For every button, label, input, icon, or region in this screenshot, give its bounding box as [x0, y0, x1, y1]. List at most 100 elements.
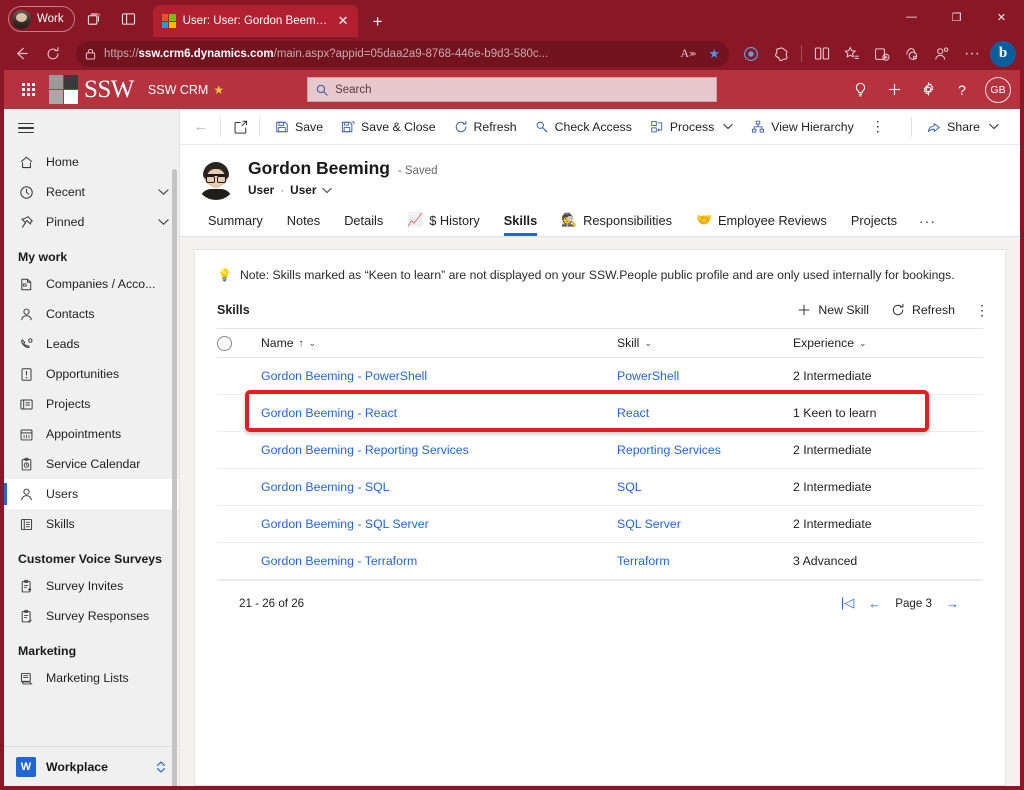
close-window-button[interactable]: ✕: [979, 0, 1024, 34]
profile-button[interactable]: Work: [8, 6, 75, 32]
favorites-icon[interactable]: [838, 40, 866, 68]
chevron-down-icon[interactable]: ⌄: [859, 338, 867, 349]
favorite-star-icon[interactable]: ★: [213, 83, 224, 97]
chevron-down-icon[interactable]: [158, 188, 169, 196]
chevron-down-icon[interactable]: ⌄: [644, 338, 652, 349]
table-row[interactable]: Gordon Beeming - SQL SQL 2 Intermediate: [217, 469, 983, 506]
sidebar-item-leads[interactable]: Leads: [4, 329, 179, 359]
browser-tab[interactable]: User: User: Gordon Beeming - ✕: [153, 5, 358, 37]
share-button[interactable]: Share: [918, 113, 1008, 141]
save-and-close-button[interactable]: Save & Close: [332, 113, 445, 141]
lightbulb-icon[interactable]: [845, 75, 875, 105]
form-back-button[interactable]: ←: [188, 114, 214, 140]
tab-history[interactable]: 📈 $ History: [395, 206, 491, 236]
sidebar-item-appointments[interactable]: Appointments: [4, 419, 179, 449]
browser-essentials-icon[interactable]: [767, 40, 795, 68]
split-screen-icon[interactable]: [115, 6, 143, 32]
cell-skill[interactable]: SQL: [617, 480, 793, 494]
profile-settings-icon[interactable]: [928, 40, 956, 68]
app-name[interactable]: SSW CRM ★: [148, 83, 224, 97]
cell-skill[interactable]: PowerShell: [617, 369, 793, 383]
cell-name[interactable]: Gordon Beeming - PowerShell: [261, 369, 617, 383]
tab-projects[interactable]: Projects: [839, 207, 909, 236]
skill-link[interactable]: PowerShell: [617, 369, 679, 383]
new-skill-button[interactable]: New Skill: [787, 298, 879, 322]
sitemap-collapse-button[interactable]: [4, 109, 179, 147]
chevron-down-icon[interactable]: [723, 123, 733, 130]
skill-link[interactable]: SQL Server: [617, 517, 681, 531]
column-header-skill[interactable]: Skill ⌄: [617, 336, 793, 350]
read-aloud-icon[interactable]: A≫: [680, 46, 696, 61]
table-row[interactable]: Gordon Beeming - Reporting Services Repo…: [217, 432, 983, 469]
cell-name[interactable]: Gordon Beeming - SQL: [261, 480, 617, 494]
workspaces-icon[interactable]: [81, 6, 109, 32]
area-switcher-chevron-icon[interactable]: [155, 760, 167, 774]
sidebar-item-projects[interactable]: Projects: [4, 389, 179, 419]
sidebar-item-contacts[interactable]: Contacts: [4, 299, 179, 329]
table-row[interactable]: Gordon Beeming - SQL Server SQL Server 2…: [217, 506, 983, 543]
subgrid-overflow-button[interactable]: ⋮: [967, 302, 997, 319]
chevron-down-icon[interactable]: [989, 123, 999, 130]
open-in-new-window-icon[interactable]: [227, 114, 253, 140]
chevron-down-icon[interactable]: ⌄: [309, 338, 317, 349]
sidebar-item-survey-responses[interactable]: Survey Responses: [4, 601, 179, 631]
check-access-button[interactable]: Check Access: [526, 113, 641, 141]
table-row[interactable]: Gordon Beeming - React React 1 Keen to l…: [217, 395, 983, 432]
record-link[interactable]: Gordon Beeming - React: [261, 406, 397, 420]
search-input[interactable]: Search: [307, 77, 717, 102]
tab-skills[interactable]: Skills: [492, 207, 549, 236]
sidebar-item-pinned[interactable]: Pinned: [4, 207, 179, 237]
process-button[interactable]: Process: [641, 113, 742, 141]
minimize-button[interactable]: —: [889, 0, 934, 34]
cell-name[interactable]: Gordon Beeming - Reporting Services: [261, 443, 617, 457]
record-link[interactable]: Gordon Beeming - PowerShell: [261, 369, 427, 383]
subgrid-refresh-button[interactable]: Refresh: [881, 298, 965, 322]
sidebar-item-companies[interactable]: Companies / Acco...: [4, 269, 179, 299]
select-all-checkbox[interactable]: [217, 336, 232, 351]
close-tab-icon[interactable]: ✕: [335, 13, 352, 30]
ssw-logo[interactable]: SSW: [49, 75, 134, 104]
skill-link[interactable]: React: [617, 406, 649, 420]
select-all-cell[interactable]: [217, 336, 261, 351]
sidebar-item-opportunities[interactable]: Opportunities: [4, 359, 179, 389]
cell-name[interactable]: Gordon Beeming - React: [261, 406, 617, 420]
sidebar-item-skills[interactable]: Skills: [4, 509, 179, 539]
cell-name[interactable]: Gordon Beeming - SQL Server: [261, 517, 617, 531]
record-link[interactable]: Gordon Beeming - SQL Server: [261, 517, 429, 531]
sidebar-item-home[interactable]: Home: [4, 147, 179, 177]
back-button[interactable]: [6, 40, 36, 68]
command-overflow-button[interactable]: ⋮: [863, 113, 894, 141]
cell-skill[interactable]: Terraform: [617, 554, 793, 568]
cell-skill[interactable]: React: [617, 406, 793, 420]
sidebar-item-service-calendar[interactable]: Service Calendar: [4, 449, 179, 479]
next-page-icon[interactable]: →: [946, 596, 959, 611]
chevron-down-icon[interactable]: [158, 218, 169, 226]
cell-skill[interactable]: Reporting Services: [617, 443, 793, 457]
tab-notes[interactable]: Notes: [275, 207, 332, 236]
table-row[interactable]: Gordon Beeming - Terraform Terraform 3 A…: [217, 543, 983, 580]
cell-name[interactable]: Gordon Beeming - Terraform: [261, 554, 617, 568]
view-hierarchy-button[interactable]: View Hierarchy: [742, 113, 862, 141]
previous-page-icon[interactable]: ←: [868, 596, 881, 611]
collections-badge-icon[interactable]: [737, 40, 765, 68]
add-favorite-icon[interactable]: ★: [708, 46, 720, 62]
quick-create-plus-icon[interactable]: [879, 75, 909, 105]
column-header-name[interactable]: Name ↑ ⌄: [261, 336, 617, 350]
cell-skill[interactable]: SQL Server: [617, 517, 793, 531]
tab-summary[interactable]: Summary: [196, 207, 275, 236]
help-icon[interactable]: ?: [947, 75, 977, 105]
sidebar-item-users[interactable]: Users: [4, 479, 179, 509]
split-screen-toolbar-icon[interactable]: [808, 40, 836, 68]
app-launcher-icon[interactable]: [13, 75, 43, 105]
tab-employee-reviews[interactable]: 🤝 Employee Reviews: [684, 206, 839, 236]
skill-link[interactable]: Reporting Services: [617, 443, 721, 457]
first-page-icon[interactable]: |◁: [841, 595, 854, 611]
reload-button[interactable]: [38, 40, 68, 68]
collections-icon[interactable]: [868, 40, 896, 68]
tab-responsibilities[interactable]: 🕵 Responsibilities: [549, 206, 684, 236]
area-switcher[interactable]: W Workplace: [4, 746, 179, 786]
sidebar-item-marketing-lists[interactable]: Marketing Lists: [4, 663, 179, 693]
sidebar-item-survey-invites[interactable]: Survey Invites: [4, 571, 179, 601]
tab-details[interactable]: Details: [332, 207, 395, 236]
maximize-button[interactable]: ❐: [934, 0, 979, 34]
